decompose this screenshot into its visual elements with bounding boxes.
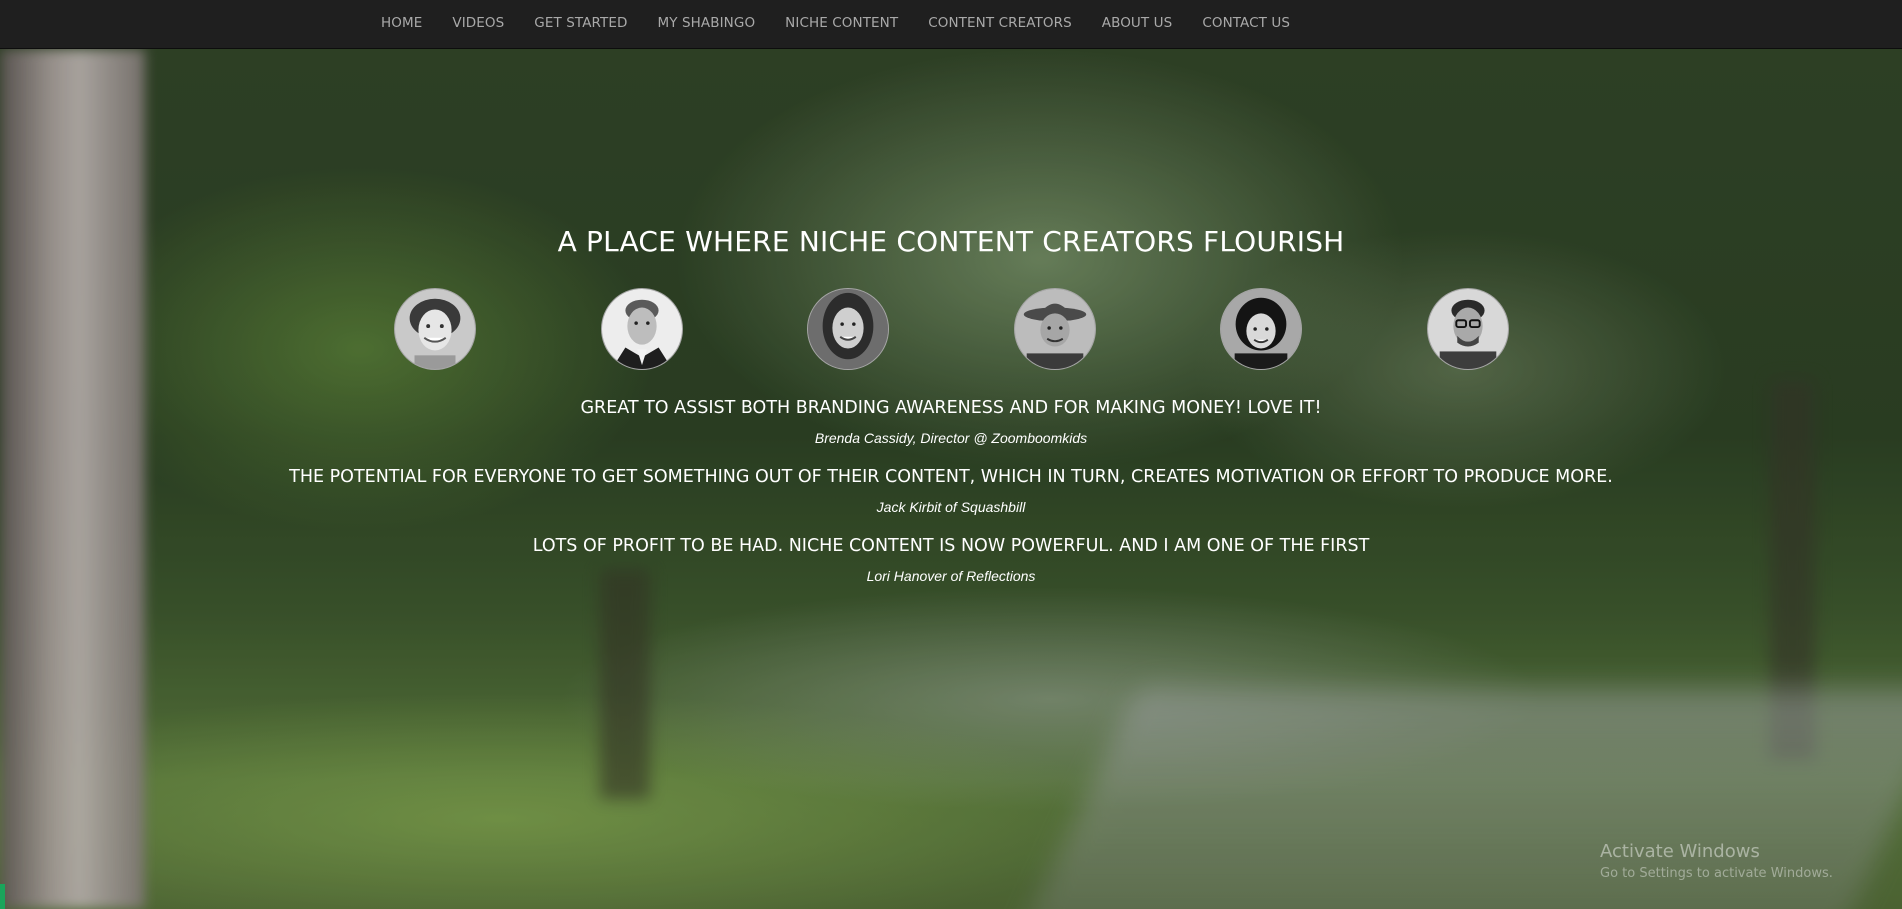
top-navbar: HOME VIDEOS GET STARTED MY SHABINGO NICH… [0, 0, 1902, 49]
testimonial-quote: THE POTENTIAL FOR EVERYONE TO GET SOMETH… [289, 467, 1613, 487]
testimonial-author: Brenda Cassidy, Director @ Zoomboomkids [814, 430, 1088, 446]
woman-long-hair-avatar [807, 288, 889, 370]
nav-item-niche-content[interactable]: NICHE CONTENT [785, 15, 898, 31]
testimonial-author: Lori Hanover of Reflections [866, 568, 1036, 584]
windows-activation-title: Activate Windows [1600, 841, 1760, 862]
man-hat-avatar [1014, 288, 1096, 370]
nav-item-about-us[interactable]: ABOUT US [1102, 15, 1173, 31]
nav-item-videos[interactable]: VIDEOS [452, 15, 504, 31]
woman-smiling-avatar [394, 288, 476, 370]
nav-item-my-shabingo[interactable]: MY SHABINGO [658, 15, 756, 31]
nav-menu: HOME VIDEOS GET STARTED MY SHABINGO NICH… [381, 0, 1320, 46]
nav-item-home[interactable]: HOME [381, 15, 422, 31]
testimonial-quote: LOTS OF PROFIT TO BE HAD. NICHE CONTENT … [532, 536, 1370, 556]
edge-marker [0, 884, 5, 909]
nav-item-contact-us[interactable]: CONTACT US [1202, 15, 1290, 31]
woman-dark-hair-avatar [1220, 288, 1302, 370]
man-glasses-avatar [1427, 288, 1509, 370]
nav-item-content-creators[interactable]: CONTENT CREATORS [928, 15, 1072, 31]
man-suit-avatar [601, 288, 683, 370]
testimonial-author: Jack Kirbit of Squashbill [876, 499, 1026, 515]
hero-headline: A PLACE WHERE NICHE CONTENT CREATORS FLO… [557, 225, 1345, 258]
testimonial-quote: GREAT TO ASSIST BOTH BRANDING AWARENESS … [580, 398, 1322, 418]
windows-activation-subtitle: Go to Settings to activate Windows. [1600, 866, 1833, 881]
nav-item-get-started[interactable]: GET STARTED [534, 15, 627, 31]
